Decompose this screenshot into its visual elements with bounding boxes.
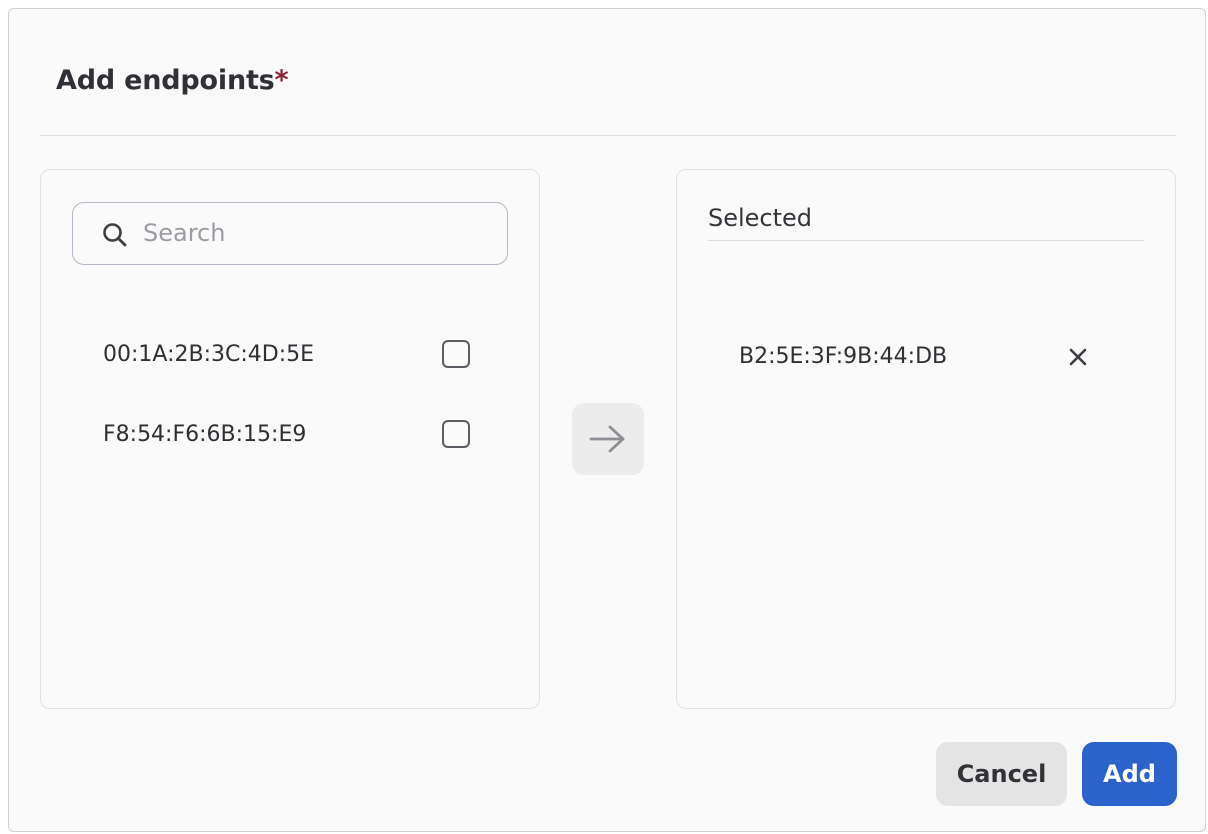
dialog-title: Add endpoints* xyxy=(56,63,289,99)
title-divider xyxy=(40,135,1176,136)
endpoint-row[interactable]: 00:1A:2B:3C:4D:5E xyxy=(103,336,483,376)
dialog-title-text: Add endpoints xyxy=(56,65,275,96)
search-box[interactable] xyxy=(72,202,508,265)
add-button[interactable]: Add xyxy=(1082,742,1177,806)
selected-endpoints-panel: Selected B2:5E:3F:9B:44:DB xyxy=(676,169,1176,709)
available-endpoints-panel: 00:1A:2B:3C:4D:5E F8:54:F6:6B:15:E9 xyxy=(40,169,540,709)
move-to-selected-button[interactable] xyxy=(572,403,644,475)
add-endpoints-dialog: Add endpoints* 00:1A:2B:3C:4D:5E F8:54:F… xyxy=(8,8,1206,832)
search-icon xyxy=(103,223,127,247)
search-input[interactable] xyxy=(143,211,493,255)
required-marker: * xyxy=(274,65,289,96)
selected-divider xyxy=(708,240,1144,241)
arrow-right-icon xyxy=(589,425,625,453)
selected-heading: Selected xyxy=(708,204,813,232)
close-icon[interactable] xyxy=(1067,346,1089,368)
endpoint-row[interactable]: F8:54:F6:6B:15:E9 xyxy=(103,416,483,456)
endpoint-checkbox[interactable] xyxy=(442,340,470,368)
endpoint-label: F8:54:F6:6B:15:E9 xyxy=(103,422,307,447)
cancel-button[interactable]: Cancel xyxy=(936,742,1067,806)
endpoint-checkbox[interactable] xyxy=(442,420,470,448)
endpoint-label: 00:1A:2B:3C:4D:5E xyxy=(103,342,314,367)
selected-item-label: B2:5E:3F:9B:44:DB xyxy=(739,344,948,369)
selected-item: B2:5E:3F:9B:44:DB xyxy=(739,338,1119,378)
